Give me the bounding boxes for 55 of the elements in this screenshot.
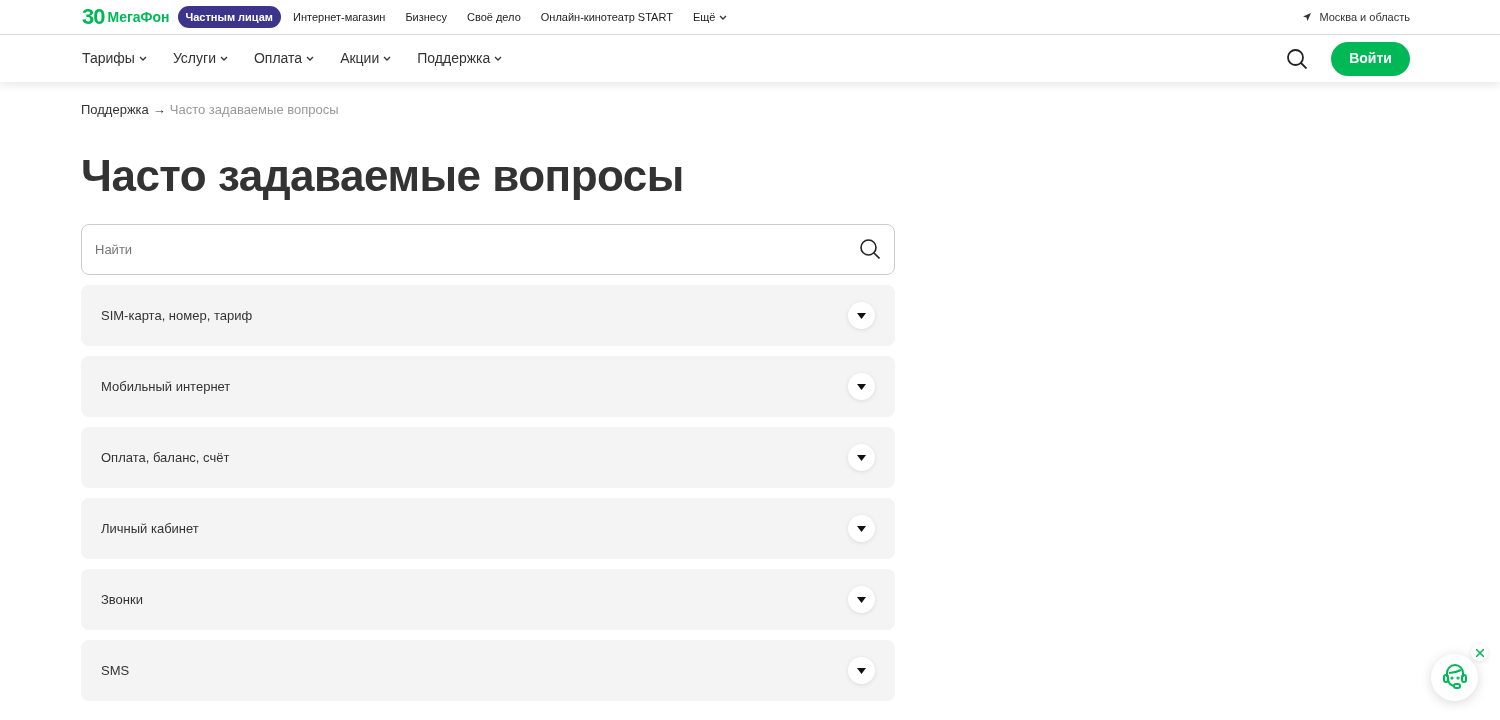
faq-category-label: Личный кабинет — [101, 520, 199, 539]
triangle-down-icon — [857, 383, 866, 390]
faq-category-label: Звонки — [101, 591, 143, 610]
chevron-down-icon — [306, 56, 315, 61]
region-link[interactable]: Москва и область — [1319, 8, 1410, 26]
expand-toggle[interactable] — [848, 657, 875, 685]
chevron-down-icon — [219, 56, 228, 61]
faq-category[interactable]: SMS — [81, 640, 895, 702]
chevron-down-icon — [494, 56, 503, 61]
close-button[interactable] — [1471, 644, 1488, 661]
faq-category-label: Оплата, баланс, счёт — [101, 449, 230, 468]
nav-menu-item[interactable]: Услуги — [172, 48, 228, 69]
location-arrow-icon — [1303, 13, 1312, 21]
breadcrumb-link[interactable]: Поддержка — [81, 100, 149, 120]
support-chat-button[interactable] — [1431, 654, 1478, 701]
expand-toggle[interactable] — [848, 444, 875, 472]
triangle-down-icon — [857, 667, 866, 674]
faq-category-label: Мобильный интернет — [101, 378, 231, 397]
segment-tab[interactable]: Интернет-магазин — [285, 5, 394, 29]
search-icon[interactable] — [860, 239, 880, 260]
more-menu[interactable]: Ещё — [684, 5, 736, 29]
nav-menu-item[interactable]: Оплата — [253, 48, 315, 69]
logo-number: 30 — [82, 6, 105, 28]
triangle-down-icon — [857, 454, 866, 461]
page-title: Часто задаваемые вопросы — [81, 149, 685, 202]
chevron-down-icon — [383, 56, 392, 61]
nav-menu-item[interactable]: Акции — [340, 48, 392, 69]
breadcrumb-separator: → — [152, 101, 166, 119]
expand-toggle[interactable] — [848, 302, 875, 330]
segment-tab[interactable]: Частным лицам — [177, 5, 281, 29]
faq-category-label: SIM-карта, номер, тариф — [101, 307, 253, 326]
breadcrumb-current: Часто задаваемые вопросы — [169, 101, 339, 119]
expand-toggle[interactable] — [848, 515, 875, 543]
chevron-down-icon — [719, 15, 728, 21]
segment-tab[interactable]: Бизнесу — [397, 5, 455, 29]
faq-category[interactable]: Звонки — [81, 569, 895, 631]
close-icon — [1475, 648, 1484, 657]
segment-tab[interactable]: Своё дело — [459, 5, 529, 29]
triangle-down-icon — [857, 312, 866, 319]
logo-text: МегаФон — [107, 7, 170, 27]
expand-toggle[interactable] — [848, 373, 875, 401]
faq-category[interactable]: Оплата, баланс, счёт — [81, 427, 895, 489]
faq-category[interactable]: SIM-карта, номер, тариф — [81, 285, 895, 347]
segment-tab[interactable]: Онлайн-кинотеатр START — [532, 5, 681, 29]
search-icon[interactable] — [1287, 48, 1307, 69]
search-field[interactable]: Найти — [81, 224, 895, 276]
nav-menu-item[interactable]: Поддержка — [417, 48, 503, 69]
faq-category-label: SMS — [101, 662, 130, 681]
triangle-down-icon — [857, 525, 866, 532]
triangle-down-icon — [857, 596, 866, 603]
chevron-down-icon — [138, 56, 147, 61]
nav-menu-item[interactable]: Тарифы — [82, 48, 147, 69]
expand-toggle[interactable] — [848, 586, 875, 614]
faq-category[interactable]: Мобильный интернет — [81, 356, 895, 418]
faq-category[interactable]: Личный кабинет — [81, 498, 895, 560]
